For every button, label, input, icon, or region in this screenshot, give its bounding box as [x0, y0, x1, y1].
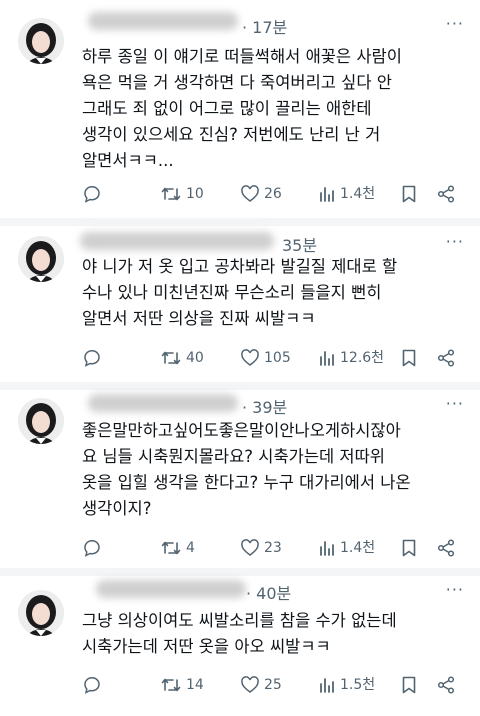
like-icon [241, 349, 259, 366]
share-button[interactable] [436, 182, 460, 206]
view-count: 1.4천 [340, 540, 376, 556]
reply-icon [84, 540, 100, 557]
post-text: 하루 종일 이 얘기로 떠들썩해서 애꽃은 사람이 욕은 먹을 거 생각하면 다… [82, 47, 402, 170]
more-icon[interactable]: ··· [446, 14, 464, 33]
timeline-feed: · 17분 ··· 하루 종일 이 얘기로 떠들썩해서 애꽃은 사람이 욕은 먹… [0, 0, 480, 716]
views-icon [320, 678, 334, 693]
more-icon[interactable]: ··· [446, 394, 464, 413]
like-button[interactable]: 105 [240, 346, 291, 370]
author-name[interactable] [88, 12, 238, 30]
view-count: 1.4천 [340, 186, 376, 202]
post-time[interactable]: · 17분 [242, 14, 287, 38]
post-divider [0, 568, 480, 576]
author-name[interactable] [80, 232, 274, 250]
like-icon [241, 539, 259, 556]
post-actions: 40 105 12.6천 [82, 346, 470, 370]
bookmark-button[interactable] [400, 346, 422, 370]
repost-button[interactable]: 4 [160, 536, 195, 560]
repost-count: 4 [186, 540, 195, 556]
like-icon [241, 185, 259, 202]
bookmark-icon [402, 539, 416, 557]
post-divider [0, 382, 480, 390]
post-actions: 14 25 1.5천 [82, 673, 470, 697]
post-divider [0, 218, 480, 226]
repost-icon [161, 541, 181, 555]
repost-icon [161, 351, 181, 365]
avatar[interactable] [18, 590, 64, 636]
repost-button[interactable]: 14 [160, 673, 204, 697]
post-4[interactable]: · 40분 ··· 그냥 의상이여도 씨발소리를 참을 수가 없는데 시축가는데… [0, 576, 480, 716]
share-icon [437, 349, 455, 367]
repost-count: 14 [186, 677, 204, 693]
like-count: 23 [264, 540, 282, 556]
bookmark-icon [402, 676, 416, 694]
repost-button[interactable]: 10 [160, 182, 204, 206]
more-icon[interactable]: ··· [446, 580, 464, 599]
like-button[interactable]: 26 [240, 182, 282, 206]
like-button[interactable]: 23 [240, 536, 282, 560]
author-name[interactable] [88, 394, 238, 412]
post-1[interactable]: · 17분 ··· 하루 종일 이 얘기로 떠들썩해서 애꽃은 사람이 욕은 먹… [0, 0, 480, 218]
avatar[interactable] [18, 236, 64, 282]
share-icon [437, 539, 455, 557]
avatar[interactable] [18, 398, 64, 444]
more-icon[interactable]: ··· [446, 232, 464, 251]
share-button[interactable] [436, 536, 460, 560]
post-text: 좋은말만하고싶어도좋은말이안나오게하시잖아 요 님들 시축뭔지몰라요? 시축가는… [82, 421, 411, 518]
views-button[interactable]: 12.6천 [318, 346, 384, 370]
bookmark-button[interactable] [400, 536, 422, 560]
reply-icon [84, 350, 100, 367]
reply-icon [84, 677, 100, 694]
bookmark-button[interactable] [400, 673, 422, 697]
views-icon [320, 351, 334, 366]
author-name[interactable] [96, 580, 246, 598]
bookmark-icon [402, 185, 416, 203]
reply-button[interactable] [82, 536, 106, 560]
post-2[interactable]: 35분 ··· 야 니가 저 옷 입고 공차봐라 발길질 제대로 할 수나 있나… [0, 226, 480, 382]
repost-count: 40 [186, 350, 204, 366]
share-icon [437, 185, 455, 203]
bookmark-icon [402, 349, 416, 367]
reply-button[interactable] [82, 182, 106, 206]
post-time[interactable]: · 40분 [246, 580, 291, 604]
share-icon [437, 676, 455, 694]
reply-button[interactable] [82, 673, 106, 697]
share-button[interactable] [436, 346, 460, 370]
views-button[interactable]: 1.4천 [318, 182, 375, 206]
views-icon [320, 541, 334, 556]
post-text: 그냥 의상이여도 씨발소리를 참을 수가 없는데 시축가는데 저딴 옷을 아오 … [82, 611, 397, 656]
post-text: 야 니가 저 옷 입고 공차봐라 발길질 제대로 할 수나 있나 미친년진짜 무… [82, 257, 398, 328]
reply-button[interactable] [82, 346, 106, 370]
repost-icon [161, 187, 181, 201]
reply-icon [84, 186, 100, 203]
repost-icon [161, 678, 181, 692]
like-count: 25 [264, 677, 282, 693]
bookmark-button[interactable] [400, 182, 422, 206]
views-button[interactable]: 1.5천 [318, 673, 375, 697]
repost-button[interactable]: 40 [160, 346, 204, 370]
views-button[interactable]: 1.4천 [318, 536, 375, 560]
view-count: 12.6천 [340, 350, 385, 366]
like-button[interactable]: 25 [240, 673, 282, 697]
like-icon [241, 676, 259, 693]
post-time[interactable]: 35분 [282, 232, 317, 256]
avatar[interactable] [18, 18, 64, 64]
share-button[interactable] [436, 673, 460, 697]
post-time[interactable]: · 39분 [242, 394, 287, 418]
post-actions: 4 23 1.4천 [82, 536, 470, 560]
post-3[interactable]: · 39분 ··· 좋은말만하고싶어도좋은말이안나오게하시잖아 요 님들 시축뭔… [0, 390, 480, 568]
post-actions: 10 26 1.4천 [82, 182, 470, 206]
like-count: 26 [264, 186, 282, 202]
repost-count: 10 [186, 186, 204, 202]
view-count: 1.5천 [340, 677, 376, 693]
like-count: 105 [264, 350, 291, 366]
views-icon [320, 187, 334, 202]
